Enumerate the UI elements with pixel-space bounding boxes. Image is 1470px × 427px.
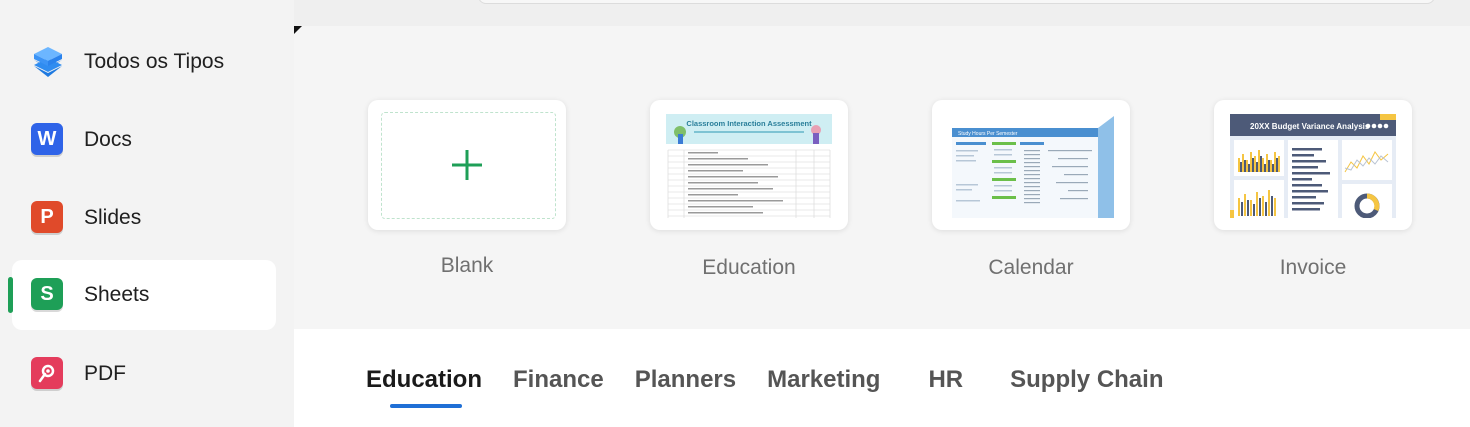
- template-thumbnail: 20XX Budget Variance Analysis: [1230, 114, 1396, 218]
- word-icon: W: [31, 123, 65, 157]
- template-card-invoice[interactable]: 20XX Budget Variance Analysis: [1214, 100, 1412, 230]
- pdf-icon: [31, 357, 65, 391]
- corner-marker: [294, 26, 302, 34]
- tab-planners[interactable]: Planners: [635, 366, 736, 394]
- sidebar-item-pdf[interactable]: PDF: [12, 339, 276, 409]
- template-caption: Invoice: [1279, 256, 1347, 279]
- sidebar-item-label: Todos os Tipos: [84, 50, 225, 73]
- plus-icon: [450, 148, 484, 187]
- template-card-education[interactable]: Classroom Interaction Assessment: [650, 100, 848, 230]
- sidebar-item-label: Docs: [84, 128, 132, 151]
- sidebar-item-docs[interactable]: W Docs: [12, 105, 276, 175]
- sidebar-item-label: Sheets: [84, 283, 150, 306]
- template-card-blank[interactable]: [368, 100, 566, 230]
- tab-supply-chain[interactable]: Supply Chain: [1010, 366, 1163, 394]
- template-thumbnail: Study Hours Per Semester: [948, 114, 1114, 218]
- sidebar-item-label: Slides: [84, 206, 142, 229]
- sidebar: Todos os Tipos W Docs P Slides S Sheets: [0, 0, 294, 427]
- search-bar[interactable]: [478, 0, 1435, 4]
- svg-text:20XX Budget Variance Analysis: 20XX Budget Variance Analysis: [1250, 122, 1370, 131]
- template-card-calendar[interactable]: Study Hours Per Semester: [932, 100, 1130, 230]
- template-caption: Calendar: [988, 256, 1074, 279]
- svg-text:Study Hours Per Semester: Study Hours Per Semester: [958, 131, 1018, 137]
- powerpoint-icon: P: [31, 201, 65, 235]
- tab-marketing[interactable]: Marketing: [767, 366, 880, 394]
- sidebar-item-slides[interactable]: P Slides: [12, 183, 276, 253]
- svg-text:Classroom Interaction Assessme: Classroom Interaction Assessment: [686, 119, 812, 128]
- tab-finance[interactable]: Finance: [513, 366, 604, 394]
- sidebar-item-all-types[interactable]: Todos os Tipos: [12, 27, 276, 97]
- template-caption: Blank: [440, 254, 494, 277]
- sidebar-item-label: PDF: [84, 362, 126, 385]
- category-tabs: Education Finance Planners Marketing HR …: [366, 366, 1194, 394]
- tab-hr[interactable]: HR: [928, 366, 963, 394]
- layers-icon: [31, 45, 65, 79]
- tab-education[interactable]: Education: [366, 366, 482, 394]
- sidebar-item-sheets[interactable]: S Sheets: [8, 260, 276, 330]
- template-thumbnail: Classroom Interaction Assessment: [666, 114, 832, 218]
- sheets-icon: S: [31, 278, 65, 312]
- active-tab-indicator: [390, 404, 462, 408]
- template-caption: Education: [702, 256, 796, 279]
